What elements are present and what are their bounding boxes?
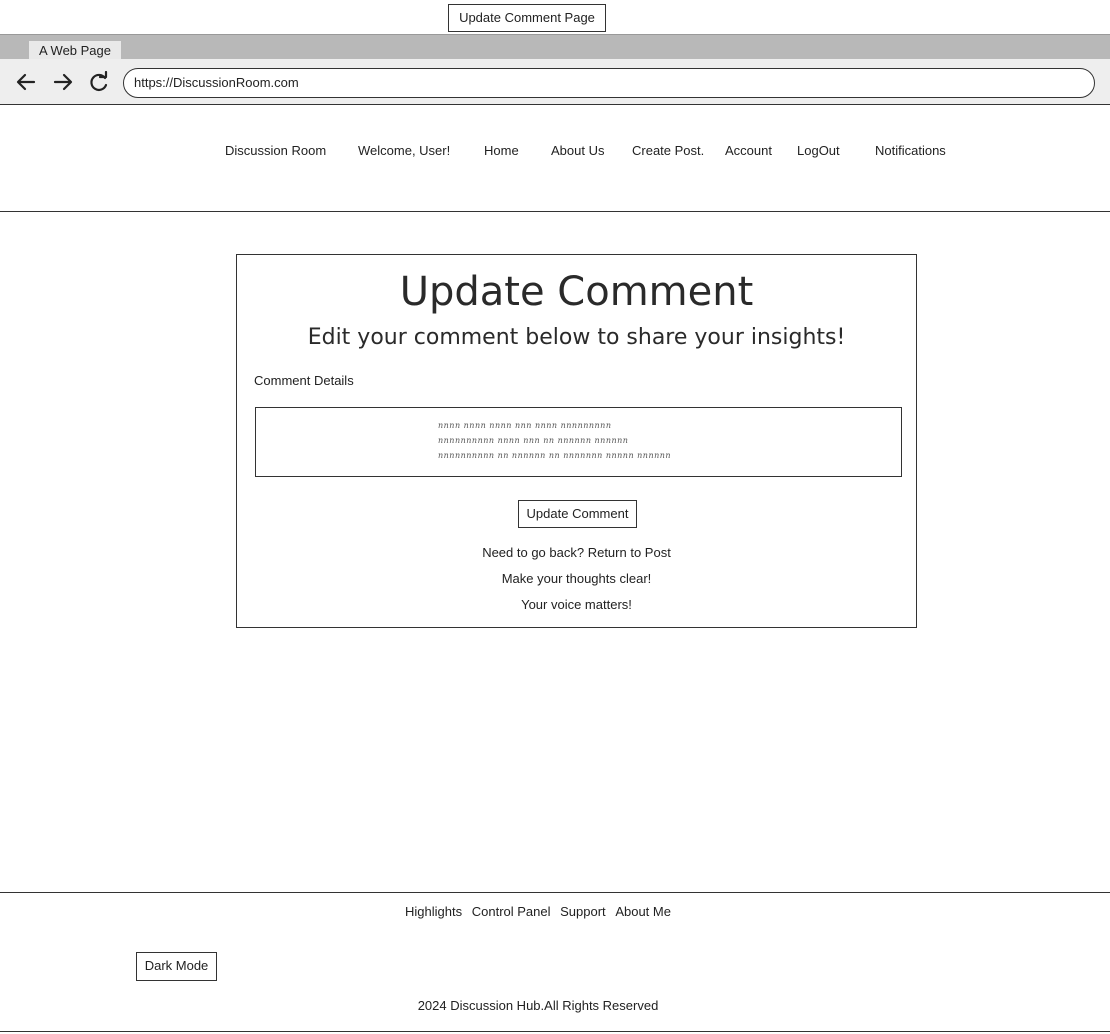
footer-links: Highlights Control Panel Support About M…	[0, 904, 1076, 919]
update-comment-card: Update Comment Edit your comment below t…	[236, 254, 917, 628]
page-subtitle: Edit your comment below to share your in…	[307, 325, 846, 350]
nav-home[interactable]: Home	[484, 143, 519, 158]
nav-site-name[interactable]: Discussion Room	[225, 143, 326, 158]
footer-link-support[interactable]: Support	[560, 904, 606, 919]
dark-mode-button[interactable]: Dark Mode	[136, 952, 217, 981]
arrow-right-icon[interactable]	[50, 69, 76, 95]
comment-textarea[interactable]: nnnn nnnn nnnn nnn nnnn nnnnnnnnn nnnnnn…	[255, 407, 902, 477]
comment-details-label: Comment Details	[254, 373, 354, 388]
site-header: Discussion Room Welcome, User! Home Abou…	[0, 106, 1110, 212]
tagline-thoughts: Make your thoughts clear!	[501, 571, 652, 586]
nav-account[interactable]: Account	[725, 143, 772, 158]
copyright-text: 2024 Discussion Hub.All Rights Reserved	[417, 998, 659, 1013]
footer-link-about-me[interactable]: About Me	[615, 904, 671, 919]
nav-create-post[interactable]: Create Post.	[632, 143, 704, 158]
comment-line: nnnnnnnnnn nn nnnnnn nn nnnnnnn nnnnn nn…	[438, 451, 672, 460]
nav-logout[interactable]: LogOut	[797, 143, 840, 158]
tagline-voice: Your voice matters!	[521, 597, 632, 612]
nav-notifications[interactable]: Notifications	[875, 143, 946, 158]
reload-icon[interactable]	[86, 69, 112, 95]
comment-text: nnnn nnnn nnnn nnn nnnn nnnnnnnnn nnnnnn…	[438, 418, 718, 463]
footer-link-control-panel[interactable]: Control Panel	[472, 904, 551, 919]
comment-line: nnnn nnnn nnnn nnn nnnn nnnnnnnnn	[438, 421, 612, 430]
browser-toolbar: https://DiscussionRoom.com	[0, 59, 1110, 105]
return-to-post-link[interactable]: Need to go back? Return to Post	[237, 545, 916, 560]
browser-tab-bar: A Web Page	[0, 34, 1110, 60]
update-comment-button[interactable]: Update Comment	[518, 500, 637, 528]
browser-tab[interactable]: A Web Page	[29, 41, 121, 60]
arrow-left-icon[interactable]	[13, 69, 39, 95]
nav-welcome: Welcome, User!	[358, 143, 451, 158]
page-label: Update Comment Page	[448, 4, 606, 32]
footer-link-highlights[interactable]: Highlights	[405, 904, 462, 919]
url-bar[interactable]: https://DiscussionRoom.com	[123, 68, 1095, 98]
site-footer: Highlights Control Panel Support About M…	[0, 892, 1110, 1032]
page-title: Update Comment	[399, 269, 754, 315]
nav-about-us[interactable]: About Us	[551, 143, 604, 158]
comment-line: nnnnnnnnnn nnnn nnn nn nnnnnn nnnnnn	[438, 436, 629, 445]
